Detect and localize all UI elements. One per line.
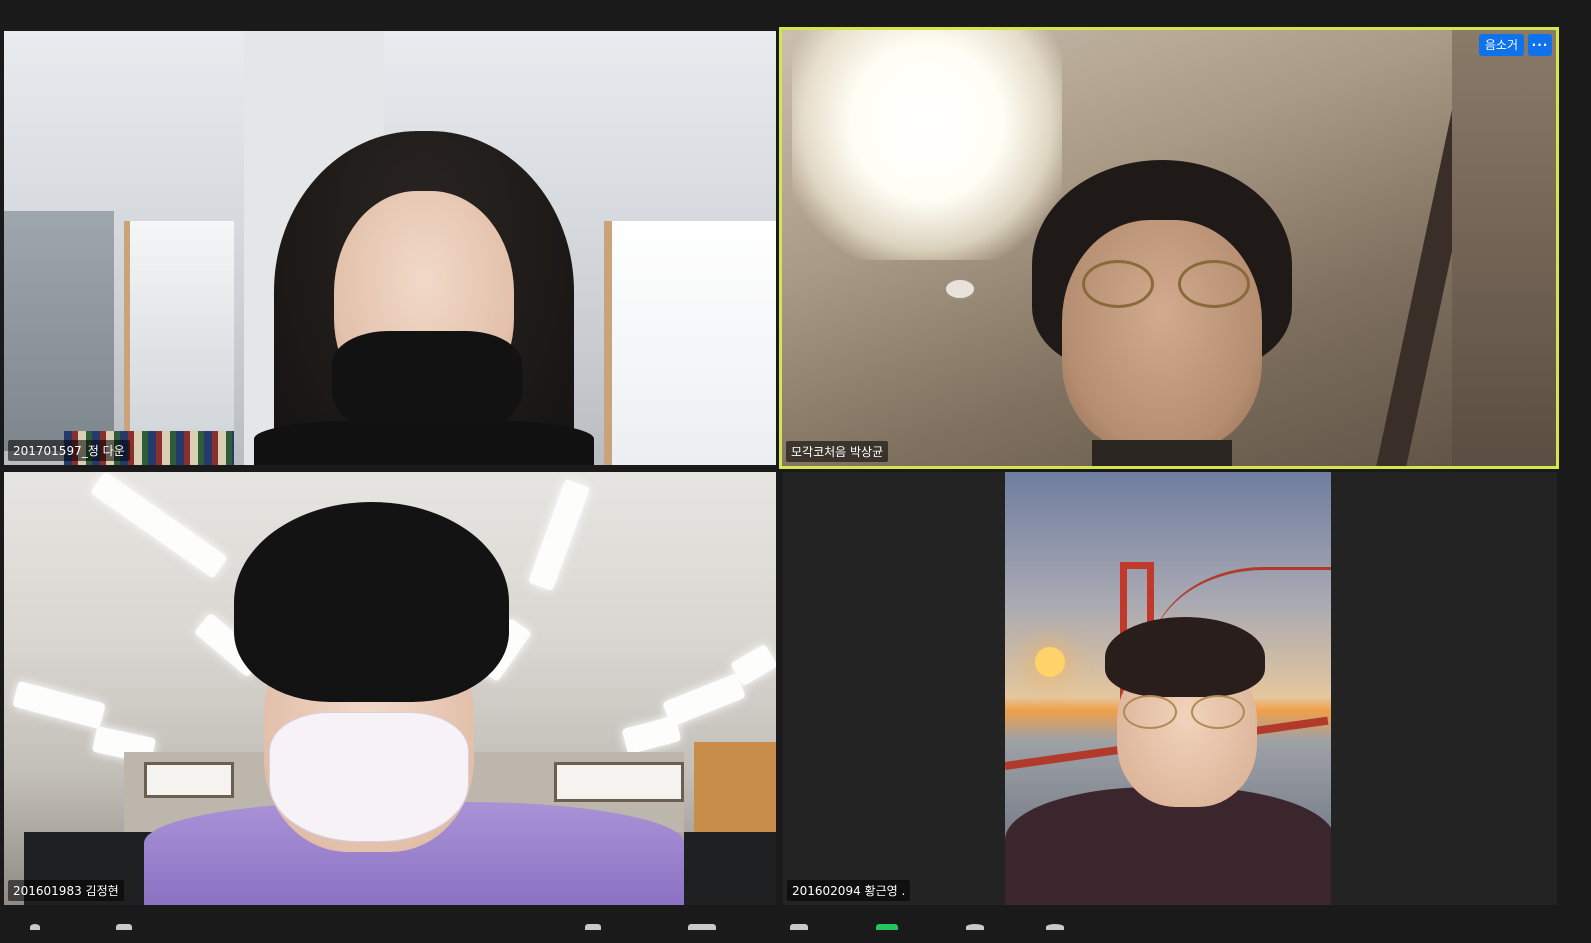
participant-tile[interactable]: 201601983 김정현: [4, 472, 776, 905]
reactions-icon[interactable]: [1046, 924, 1064, 930]
participant-name-label: 201601983 김정현: [8, 880, 124, 901]
participant-tile-active-speaker[interactable]: 음소거 ··· 모각코처음 박상균: [779, 27, 1559, 469]
participant-video: [1005, 617, 1331, 905]
background-window: [124, 221, 234, 451]
ceiling-lamp: [12, 680, 106, 730]
participant-video: [1032, 160, 1302, 466]
participant-video: [254, 131, 594, 465]
virtual-background-video: [1005, 472, 1331, 905]
participant-name-label: 모각코처음 박상균: [786, 441, 889, 462]
security-icon[interactable]: [585, 924, 601, 930]
ceiling-light: [792, 30, 1062, 260]
participant-tile[interactable]: 201602094 황근영 .: [783, 472, 1557, 905]
participant-name-label: 201602094 황근영 .: [787, 880, 911, 901]
background-window: [4, 211, 114, 451]
background-wall: [1452, 30, 1556, 466]
tile-controls: 음소거 ···: [1478, 34, 1552, 56]
mic-icon[interactable]: [30, 924, 40, 930]
chat-icon[interactable]: [790, 924, 808, 930]
more-options-button[interactable]: ···: [1528, 34, 1552, 56]
smoke-detector: [944, 278, 976, 300]
record-icon[interactable]: [966, 924, 984, 930]
video-icon[interactable]: [116, 924, 132, 930]
unmute-button[interactable]: 음소거: [1478, 34, 1524, 56]
background-panel: [694, 742, 776, 832]
meeting-toolbar: [0, 910, 1591, 943]
participants-icon[interactable]: [688, 924, 716, 930]
meeting-gallery-view: 201701597_정 다운 음소거 ··· 모각코처음 박상균 2016019…: [0, 0, 1591, 943]
share-screen-icon[interactable]: [876, 924, 898, 930]
background-monitor: [684, 832, 776, 905]
participant-name-label: 201701597_정 다운: [8, 440, 130, 461]
sunset-sun: [1035, 647, 1065, 677]
background-window: [604, 221, 776, 465]
participant-tile[interactable]: 201701597_정 다운: [4, 31, 776, 465]
participant-video: [144, 502, 684, 905]
